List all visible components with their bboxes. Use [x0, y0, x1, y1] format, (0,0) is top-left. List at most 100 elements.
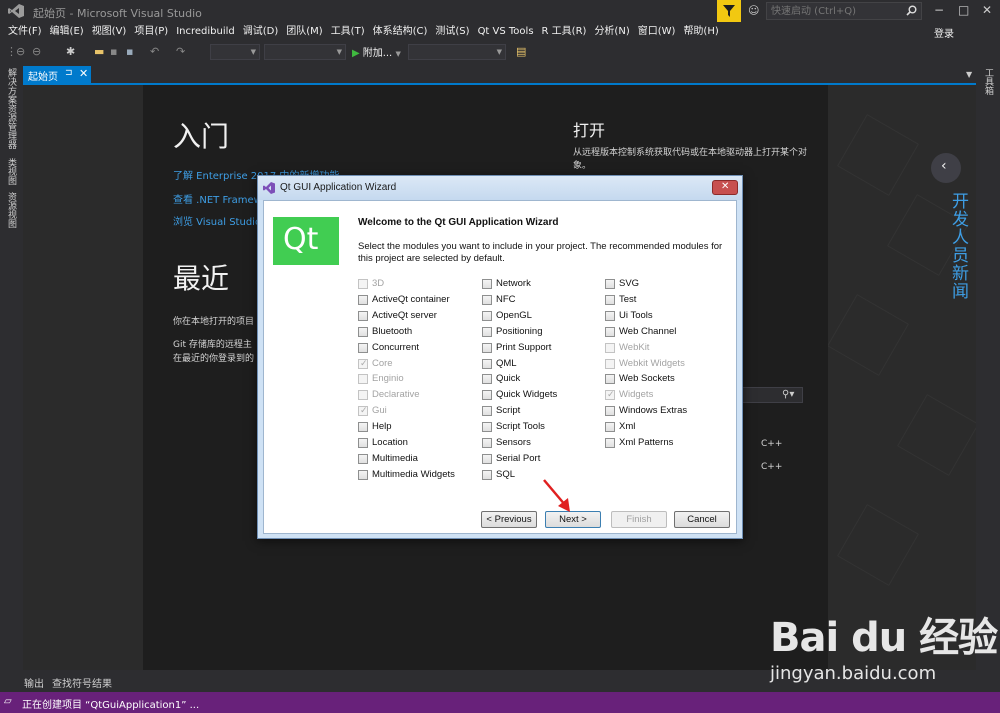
dialog-close-button[interactable]: ✕	[712, 180, 738, 195]
checkbox[interactable]	[358, 326, 368, 337]
chevron-down-icon: ▼	[250, 48, 256, 56]
menu-view[interactable]: 视图(V)	[88, 24, 131, 40]
checkbox[interactable]	[482, 342, 492, 353]
menu-project[interactable]: 项目(P)	[130, 24, 172, 40]
checkbox[interactable]	[358, 294, 368, 305]
new-project-icon[interactable]: ✱	[66, 45, 75, 58]
menu-analyze[interactable]: 分析(N)	[590, 24, 633, 40]
template-search-box[interactable]: ⚲▾	[739, 387, 803, 403]
checkbox[interactable]	[605, 310, 615, 321]
close-window-icon[interactable]: ✕	[982, 3, 992, 17]
open-description: 从远程版本控制系统获取代码或在本地驱动器上打开某个对象。	[573, 148, 808, 171]
checkbox[interactable]	[605, 438, 615, 448]
module-label: 3D	[372, 278, 385, 289]
find-in-files-icon[interactable]: ▤	[516, 45, 526, 58]
undo-icon[interactable]: ↶	[150, 45, 159, 58]
checkbox[interactable]	[482, 294, 492, 305]
status-icon: ▱	[4, 696, 12, 707]
menu-team[interactable]: 团队(M)	[282, 24, 326, 40]
search-icon[interactable]: ⚲▾	[782, 389, 794, 400]
solution-dropdown[interactable]: ▼	[408, 44, 506, 60]
maximize-icon[interactable]: □	[958, 3, 969, 17]
menu-qt-vs-tools[interactable]: Qt VS Tools	[474, 24, 538, 40]
previous-button[interactable]: < Previous	[481, 511, 537, 528]
menu-window[interactable]: 窗口(W)	[634, 24, 680, 40]
menu-architecture[interactable]: 体系结构(C)	[369, 24, 432, 40]
menu-file[interactable]: 文件(F)	[4, 24, 46, 40]
finish-button[interactable]: Finish	[611, 511, 667, 528]
quick-launch-input[interactable]	[771, 4, 901, 18]
back-icon[interactable]: ⊖	[16, 45, 25, 58]
find-symbol-results-tab[interactable]: 查找符号结果	[52, 675, 112, 690]
module-label: Script Tools	[496, 421, 545, 433]
save-all-icon[interactable]: ▪	[126, 45, 133, 58]
module-label: Location	[372, 437, 408, 448]
tab-start-page[interactable]: 起始页 ⊐ ✕	[23, 66, 91, 83]
checkbox[interactable]	[358, 310, 368, 321]
menu-test[interactable]: 测试(S)	[431, 24, 473, 40]
checkbox[interactable]	[482, 390, 492, 401]
checkbox[interactable]	[482, 469, 492, 480]
checkbox[interactable]	[482, 438, 492, 448]
menu-incredibuild[interactable]: Incredibuild	[172, 24, 239, 40]
attach-button[interactable]: ▶ 附加... ▼	[352, 44, 401, 60]
checkbox[interactable]	[605, 326, 615, 337]
checkbox[interactable]	[358, 453, 368, 464]
module-label: Enginio	[372, 373, 404, 385]
checkbox[interactable]	[605, 406, 615, 417]
checkbox[interactable]	[482, 374, 492, 385]
class-view-tab[interactable]: 类视图	[5, 158, 18, 185]
checkbox[interactable]	[605, 422, 615, 433]
menu-help[interactable]: 帮助(H)	[679, 24, 722, 40]
save-icon[interactable]: ▪	[110, 45, 117, 58]
checkbox[interactable]	[358, 469, 368, 480]
platform-dropdown[interactable]: ▼	[264, 44, 346, 60]
checkbox[interactable]	[605, 374, 615, 385]
checkbox[interactable]	[482, 326, 492, 337]
quick-launch-box[interactable]	[766, 2, 922, 20]
notifications-button[interactable]	[717, 0, 741, 22]
checkbox[interactable]	[358, 342, 368, 353]
login-link[interactable]: 登录	[934, 25, 954, 40]
menu-r-tools[interactable]: R 工具(R)	[538, 24, 591, 40]
title-bar: 起始页 - Microsoft Visual Studio ☺ − □ ✕	[0, 0, 1000, 22]
tab-overflow-icon[interactable]: ▼	[966, 70, 972, 79]
menu-tools[interactable]: 工具(T)	[327, 24, 369, 40]
cancel-button[interactable]: Cancel	[674, 511, 730, 528]
hexagon-decoration	[828, 294, 909, 376]
feedback-icon[interactable]: ☺	[748, 4, 762, 18]
menu-debug[interactable]: 调试(D)	[239, 24, 283, 40]
checkbox[interactable]	[482, 406, 492, 417]
close-tab-icon[interactable]: ✕	[79, 67, 88, 80]
checkbox: ✓	[605, 389, 615, 401]
checkbox[interactable]	[482, 310, 492, 321]
output-tab[interactable]: 输出	[24, 675, 44, 690]
toolbox-tab[interactable]: 工具箱	[982, 68, 995, 95]
solution-explorer-tab[interactable]: 解决方案资源管理器	[5, 68, 18, 149]
news-collapse-button[interactable]: ‹	[931, 153, 961, 183]
checkbox[interactable]	[482, 422, 492, 433]
chevron-down-icon: ▼	[395, 50, 401, 58]
checkbox[interactable]	[482, 279, 492, 289]
checkbox[interactable]	[482, 453, 492, 464]
menu-edit[interactable]: 编辑(E)	[46, 24, 88, 40]
checkbox[interactable]	[358, 422, 368, 433]
search-icon[interactable]	[906, 5, 917, 16]
open-heading: 打开	[573, 121, 606, 140]
open-folder-icon[interactable]: ▬	[94, 45, 104, 58]
checkmark-icon: ✓	[607, 389, 615, 400]
wizard-heading: Welcome to the Qt GUI Application Wizard	[358, 217, 559, 228]
forward-icon[interactable]: ⊖	[32, 45, 41, 58]
resource-view-tab[interactable]: 资源视图	[5, 192, 18, 228]
explore-vs-link[interactable]: 浏览 Visual Studio	[173, 213, 261, 228]
checkbox[interactable]	[358, 438, 368, 448]
toolbar: ⋮ ⊖ ⊖ ✱ ▬ ▪ ▪ ↶ ↷ ▼ ▼ ▶ 附加... ▼ ▼ ▤	[0, 40, 1000, 64]
redo-icon[interactable]: ↷	[176, 45, 185, 58]
checkbox[interactable]	[605, 279, 615, 289]
checkbox[interactable]	[482, 358, 492, 369]
dotnet-link[interactable]: 查看 .NET Framew	[173, 191, 262, 206]
checkbox[interactable]	[605, 294, 615, 305]
minimize-icon[interactable]: −	[934, 3, 944, 17]
pin-icon[interactable]: ⊐	[65, 68, 73, 78]
configuration-dropdown[interactable]: ▼	[210, 44, 260, 60]
